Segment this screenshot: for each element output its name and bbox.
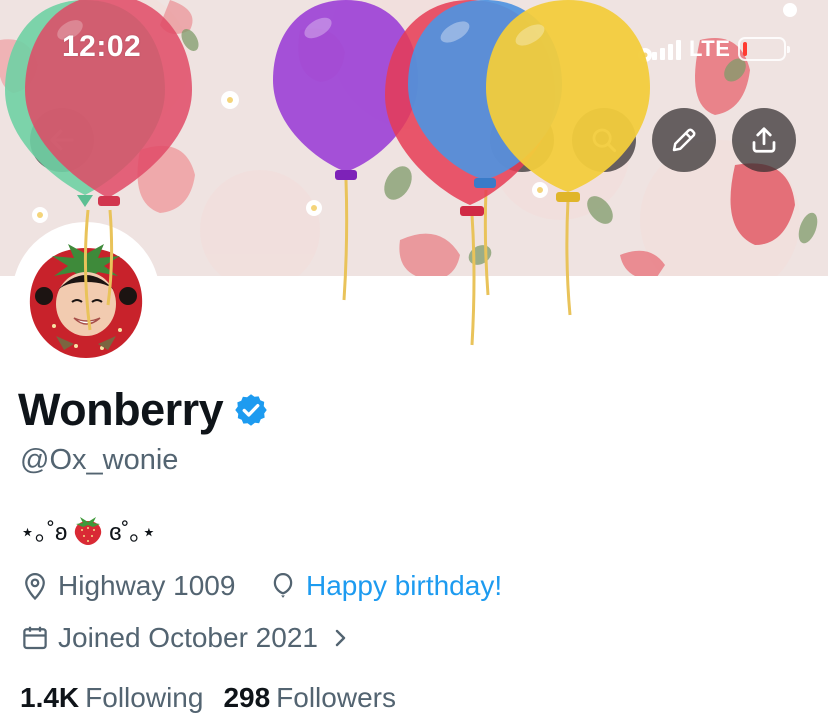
username-handle: @Ox_wonie [20, 444, 179, 476]
more-button[interactable] [490, 108, 554, 172]
following-link[interactable]: 1.4K Following [20, 682, 203, 714]
network-type: LTE [689, 36, 731, 61]
strawberry-avatar-image [16, 226, 156, 366]
birthday-link[interactable]: Happy birthday! [306, 570, 502, 602]
bio-text-right: ɞ˚｡⋆ [109, 519, 157, 546]
followers-link[interactable]: 298 Followers [223, 682, 396, 714]
back-arrow-icon [50, 129, 74, 151]
balloon-icon [268, 571, 298, 601]
pencil-icon [672, 128, 696, 152]
joined-date-item[interactable]: Joined October 2021 [20, 622, 350, 654]
birthday-item[interactable]: Happy birthday! [268, 570, 502, 602]
location-text: Highway 1009 [58, 570, 236, 601]
cellular-signal-icon [652, 38, 681, 60]
search-button[interactable] [572, 108, 636, 172]
strawberry-emoji-icon [75, 516, 102, 545]
location-item: Highway 1009 [20, 570, 235, 602]
following-label: Following [85, 682, 204, 713]
followers-label: Followers [276, 682, 396, 713]
battery-icon [738, 37, 791, 61]
status-indicators: LTE [652, 36, 791, 62]
joined-date-text: Joined October 2021 [58, 622, 318, 653]
bio-text-left: ⋆｡˚ʚ [20, 519, 68, 546]
avatar[interactable] [12, 222, 160, 370]
search-icon [592, 128, 617, 153]
location-pin-icon [20, 571, 50, 601]
battery-level [743, 42, 748, 56]
back-button[interactable] [30, 108, 94, 172]
verified-badge-icon[interactable] [233, 392, 269, 428]
edit-button[interactable] [652, 108, 716, 172]
share-button[interactable] [732, 108, 796, 172]
calendar-icon [20, 623, 50, 653]
followers-count: 298 [223, 682, 271, 713]
status-time: 12:02 [62, 30, 142, 63]
following-count: 1.4K [20, 682, 80, 713]
bio: ⋆｡˚ʚ ɞ˚｡⋆ [20, 512, 156, 547]
chevron-right-icon [332, 625, 350, 651]
share-icon [752, 127, 776, 153]
follow-stats: 1.4K Following 298 Followers [20, 682, 396, 714]
display-name-row: Wonberry [18, 384, 269, 436]
display-name: Wonberry [18, 384, 224, 435]
